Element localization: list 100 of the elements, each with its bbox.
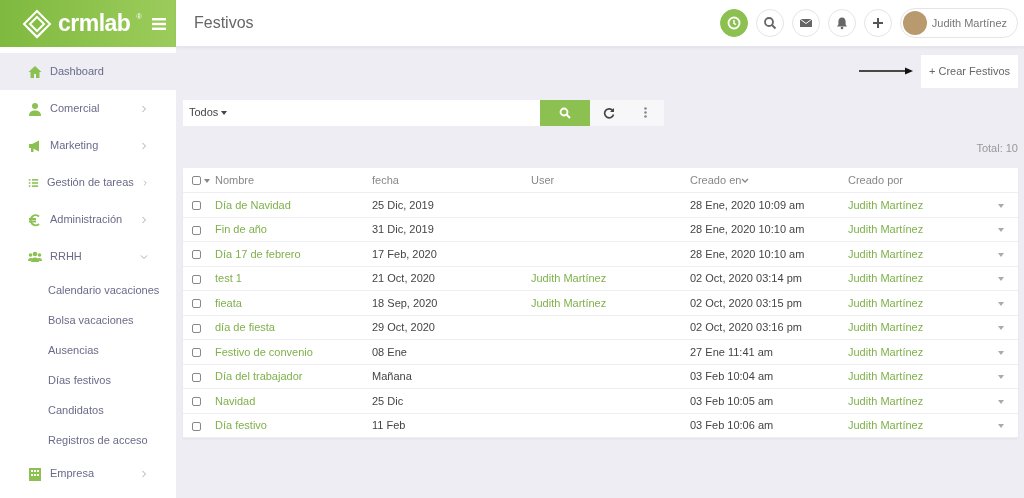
caret-icon[interactable] xyxy=(998,252,1004,257)
sidebar-subitem[interactable]: Ausencias xyxy=(0,335,176,365)
table-cell: 08 Ene xyxy=(372,345,407,358)
total-count: Total: 10 xyxy=(975,140,1018,156)
link-text[interactable]: Judith Martínez xyxy=(848,370,924,382)
caret-icon[interactable] xyxy=(998,350,1004,355)
caret-icon xyxy=(221,111,228,116)
caret-icon[interactable] xyxy=(998,203,1004,208)
table-cell: 17 Feb, 2020 xyxy=(372,247,437,260)
sidebar-subitem[interactable]: Calendario vacaciones xyxy=(0,275,176,305)
row-checkbox[interactable] xyxy=(192,225,201,235)
refresh-button[interactable] xyxy=(590,99,627,126)
building-icon xyxy=(28,466,42,481)
row-checkbox[interactable] xyxy=(192,201,201,211)
home-icon xyxy=(28,64,42,79)
row-checkbox[interactable] xyxy=(192,299,201,309)
sidebar-subitem[interactable]: Candidatos xyxy=(0,395,176,425)
table-cell: 03 Feb 10:05 am xyxy=(690,394,774,407)
column-header[interactable]: Creado en xyxy=(690,173,742,186)
filter-dropdown[interactable]: Todos xyxy=(183,99,232,126)
plus-icon xyxy=(870,16,885,30)
link-text[interactable]: Judith Martínez xyxy=(848,321,924,333)
link-text[interactable]: día de fiesta xyxy=(215,321,275,333)
table-cell: 11 Feb xyxy=(372,419,406,431)
sidebar-subitem[interactable]: Días festivos xyxy=(0,365,176,395)
mail-button[interactable] xyxy=(791,9,820,37)
sidebar-item[interactable]: Empresa xyxy=(0,455,176,492)
column-header: Nombre xyxy=(215,173,255,186)
logo-icon xyxy=(22,8,52,39)
sidebar-item[interactable]: Administración xyxy=(0,201,176,238)
link-text[interactable]: Día del trabajador xyxy=(215,370,303,382)
sidebar-item-label: Comercial xyxy=(50,101,100,117)
caret-icon[interactable] xyxy=(998,277,1004,282)
user-menu-button[interactable]: Judith Martínez xyxy=(899,8,1018,38)
sidebar-item[interactable]: Marketing xyxy=(0,127,176,164)
link-text[interactable]: Judith Martínez xyxy=(848,345,924,358)
caret-icon[interactable] xyxy=(998,375,1004,380)
link-text[interactable]: Día 17 de febrero xyxy=(215,247,301,260)
add-button[interactable] xyxy=(863,9,892,37)
table-cell: 31 Dic, 2019 xyxy=(372,223,434,235)
caret-icon[interactable] xyxy=(998,326,1004,331)
select-all-checkbox[interactable] xyxy=(192,176,201,186)
link-text[interactable]: fieata xyxy=(215,296,242,309)
create-button[interactable]: + Crear Festivos xyxy=(921,55,1018,88)
row-checkbox[interactable] xyxy=(192,372,201,382)
sidebar-item[interactable]: Dashboard xyxy=(0,53,176,90)
megaphone-icon xyxy=(28,138,42,153)
brand-name: crmlab xyxy=(58,9,131,39)
caret-icon[interactable] xyxy=(998,424,1004,429)
menu-icon xyxy=(152,18,166,31)
table-cell: 27 Ene 11:41 am xyxy=(690,345,773,358)
row-checkbox[interactable] xyxy=(192,323,201,333)
table-cell: 25 Dic, 2019 xyxy=(372,198,434,211)
link-text[interactable]: Judith Martínez xyxy=(531,296,607,309)
sidebar-item-label: Dashboard xyxy=(50,64,104,80)
row-checkbox[interactable] xyxy=(192,274,201,284)
caret-icon[interactable] xyxy=(998,228,1004,233)
sidebar-subitem[interactable]: Bolsa vacaciones xyxy=(0,305,176,335)
search-button[interactable] xyxy=(755,9,784,37)
link-text[interactable]: Judith Martínez xyxy=(848,296,924,309)
link-text[interactable]: Judith Martínez xyxy=(848,419,924,431)
sidebar-item[interactable]: Gestión de tareas xyxy=(0,164,176,201)
column-header: User xyxy=(531,173,555,186)
link-text[interactable]: Judith Martínez xyxy=(848,394,924,407)
sidebar-item[interactable]: RRHH xyxy=(0,238,176,275)
euro-icon xyxy=(28,212,42,227)
caret-icon[interactable] xyxy=(998,301,1004,306)
table-cell: 28 Ene, 2020 10:09 am xyxy=(690,198,805,211)
table-cell: 25 Dic xyxy=(372,394,404,407)
caret-icon[interactable] xyxy=(998,399,1004,404)
column-header: fecha xyxy=(372,173,399,186)
history-button[interactable] xyxy=(719,9,748,37)
sidebar-item-label: Marketing xyxy=(50,138,99,154)
link-text[interactable]: Judith Martínez xyxy=(848,223,924,235)
link-text[interactable]: test 1 xyxy=(215,272,242,284)
row-checkbox[interactable] xyxy=(192,348,201,358)
table-cell: 02 Oct, 2020 03:15 pm xyxy=(690,296,802,309)
row-checkbox[interactable] xyxy=(192,397,201,407)
sidebar-item-label: RRHH xyxy=(50,249,82,265)
link-text[interactable]: Navidad xyxy=(215,394,256,407)
link-text[interactable]: Día festivo xyxy=(215,419,267,431)
person-icon xyxy=(28,101,42,116)
row-checkbox[interactable] xyxy=(192,250,201,260)
notifications-button[interactable] xyxy=(827,9,856,37)
page-title: Festivos xyxy=(194,13,254,33)
table-cell: 03 Feb 10:06 am xyxy=(690,419,774,431)
link-text[interactable]: Festivo de convenio xyxy=(215,345,313,358)
sidebar-subitem[interactable]: Registros de acceso xyxy=(0,425,176,455)
link-text[interactable]: Judith Martínez xyxy=(848,198,924,211)
link-text[interactable]: Fin de año xyxy=(215,223,267,235)
menu-button[interactable] xyxy=(152,15,166,32)
search-field[interactable] xyxy=(232,99,540,126)
row-checkbox[interactable] xyxy=(192,421,201,431)
caret-icon xyxy=(204,178,210,183)
link-text[interactable]: Judith Martínez xyxy=(848,247,924,260)
link-text[interactable]: Judith Martínez xyxy=(531,272,607,284)
table-cell: 18 Sep, 2020 xyxy=(372,296,438,309)
sidebar-item[interactable]: Comercial xyxy=(0,90,176,127)
link-text[interactable]: Día de Navidad xyxy=(215,198,291,211)
link-text[interactable]: Judith Martínez xyxy=(848,272,924,284)
